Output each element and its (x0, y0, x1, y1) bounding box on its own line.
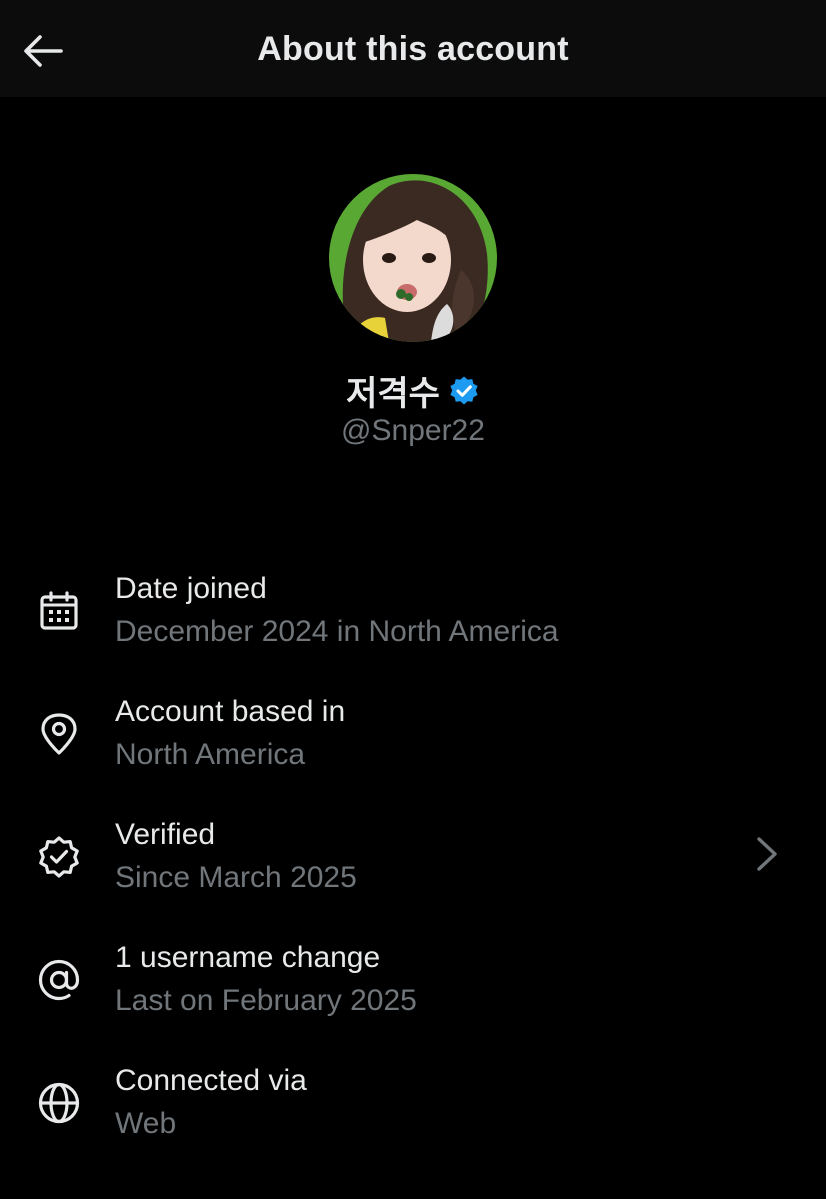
list-item-username-change: 1 username change Last on February 2025 (0, 931, 826, 1054)
account-info-list: Date joined December 2024 in North Ameri… (0, 562, 826, 1177)
list-item-account-based-in: Account based in North America (0, 685, 826, 808)
date-joined-value: December 2024 in North America (115, 615, 559, 648)
list-item-date-joined: Date joined December 2024 in North Ameri… (0, 562, 826, 685)
avatar[interactable] (329, 174, 497, 342)
connected-via-label: Connected via (115, 1064, 307, 1097)
globe-icon (38, 1082, 80, 1124)
chevron-right-icon[interactable] (752, 834, 782, 874)
verified-value: Since March 2025 (115, 861, 357, 894)
display-name: 저격수 (346, 375, 440, 413)
at-sign-icon (38, 959, 80, 1001)
display-name-row: 저격수 (0, 366, 826, 415)
avatar-image (329, 174, 497, 342)
username-handle: @Snper22 (341, 414, 485, 447)
date-joined-label: Date joined (115, 572, 267, 605)
account-based-in-label: Account based in (115, 695, 346, 728)
location-pin-icon (41, 713, 77, 755)
account-based-in-value: North America (115, 738, 306, 771)
top-bar: About this account (0, 0, 826, 97)
page-title: About this account (257, 30, 569, 68)
verified-badge-icon (450, 376, 478, 404)
verified-label: Verified (115, 818, 216, 851)
connected-via-value: Web (115, 1107, 177, 1140)
username-change-label: 1 username change (115, 941, 381, 974)
username-change-value: Last on February 2025 (115, 984, 417, 1017)
list-item-verified[interactable]: Verified Since March 2025 (0, 808, 826, 931)
calendar-icon (40, 591, 78, 630)
list-item-connected-via: Connected via Web (0, 1054, 826, 1177)
verified-outline-icon (39, 836, 79, 878)
